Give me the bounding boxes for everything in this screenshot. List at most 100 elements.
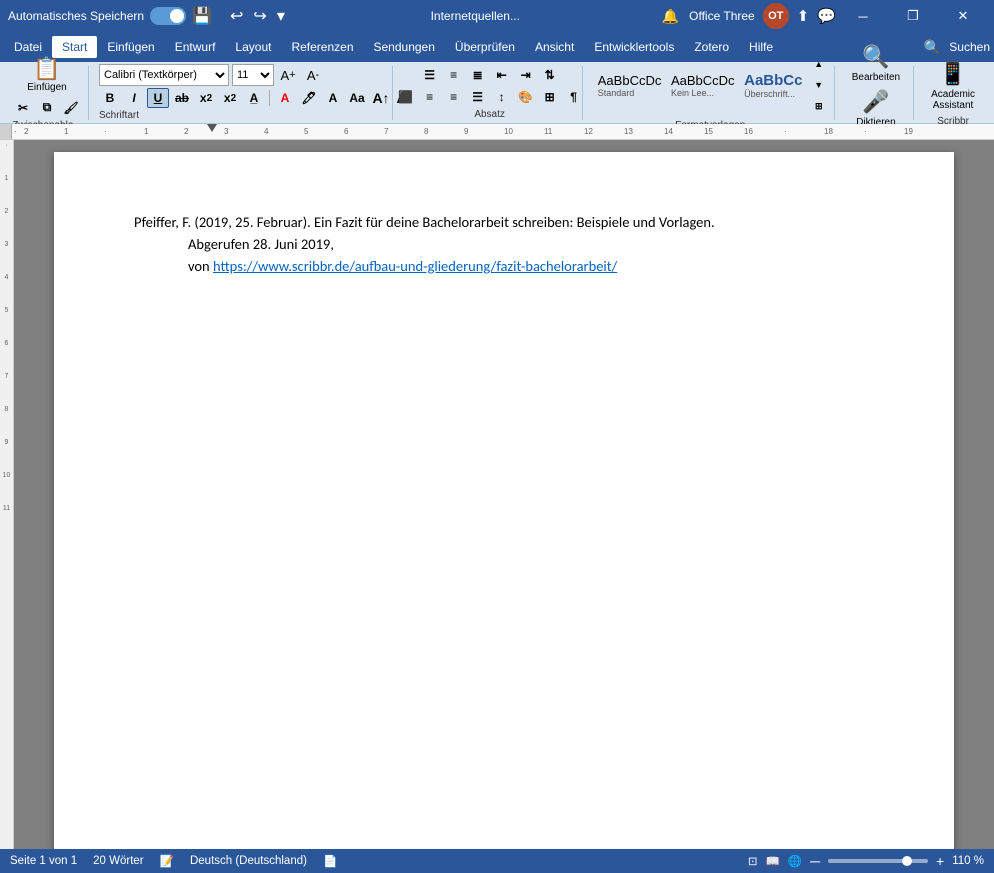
font-size-increase-icon[interactable]: A+ — [277, 65, 299, 85]
underline-button[interactable]: U — [147, 88, 169, 108]
align-right-button[interactable]: ≡ — [443, 87, 465, 107]
indent-decrease-button[interactable]: ⇤ — [491, 65, 513, 85]
spell-check-icon[interactable]: 📝 — [160, 854, 174, 868]
ruler-left-margin — [0, 124, 12, 139]
pilcrow-button[interactable]: ¶ — [563, 87, 585, 107]
style-kein-lee[interactable]: AaBbCcDc Kein Lee... — [664, 70, 733, 101]
clear-format-button[interactable]: A̲ — [243, 88, 265, 108]
font-size-decrease-icon[interactable]: A- — [302, 65, 324, 85]
font-name-select[interactable]: Calibri (Textkörper) — [99, 64, 229, 86]
word-count: 20 Wörter — [93, 855, 144, 867]
paste-button[interactable]: 📋 Einfügen — [20, 55, 73, 96]
vertical-ruler: · 1 2 3 4 5 6 7 8 9 10 11 — [0, 140, 14, 849]
styles-scroll-up[interactable]: ▲ — [808, 54, 830, 74]
justify-button[interactable]: ☰ — [467, 87, 489, 107]
shading-button[interactable]: 🎨 — [515, 87, 537, 107]
undo-icon[interactable]: ↩ — [226, 4, 247, 28]
vruler-mark-10: 9 — [0, 439, 13, 446]
toolbar: 📋 Einfügen ✂ ⧉ 🖌 Zwischenabla... Calibri… — [0, 62, 994, 124]
word-page[interactable]: Pfeiffer, F. (2019, 25. Februar). Ein Fa… — [54, 152, 954, 849]
user-avatar[interactable]: OT — [763, 3, 789, 29]
web-view-icon[interactable]: 🌐 — [788, 854, 802, 868]
menu-item-einfuegen[interactable]: Einfügen — [97, 36, 164, 58]
search-icon[interactable]: 🔍 — [916, 35, 949, 60]
toolbar-clipboard-group: 📋 Einfügen ✂ ⧉ 🖌 Zwischenabla... — [6, 66, 89, 120]
track-changes-icon[interactable]: 📄 — [323, 854, 337, 868]
status-bar: Seite 1 von 1 20 Wörter 📝 Deutsch (Deuts… — [0, 849, 994, 873]
customize-quick-access-icon[interactable]: ▾ — [273, 4, 289, 28]
strikethrough-button[interactable]: ab — [171, 88, 193, 108]
align-center-button[interactable]: ≡ — [419, 87, 441, 107]
italic-button[interactable]: I — [123, 88, 145, 108]
vruler-mark-3: 2 — [0, 208, 13, 215]
format-painter-icon[interactable]: 🖌 — [60, 98, 82, 118]
text-case-button[interactable]: Aa — [346, 88, 368, 108]
increase-font-size-icon[interactable]: A↑ — [370, 88, 392, 108]
sort-button[interactable]: ⇅ — [539, 65, 561, 85]
redo-icon[interactable]: ↪ — [249, 4, 270, 28]
vruler-mark-11: 10 — [0, 472, 13, 479]
auto-save-label: Automatisches Speichern — [8, 9, 144, 23]
style-ueberschrift-preview: AaBbCc — [744, 72, 802, 89]
zoom-slider[interactable] — [828, 859, 928, 863]
zoom-out-icon[interactable]: ─ — [810, 853, 820, 869]
list-number-button[interactable]: ≡ — [443, 65, 465, 85]
menu-item-entwurf[interactable]: Entwurf — [165, 36, 226, 58]
style-standard[interactable]: AaBbCcDc Standard — [591, 70, 660, 101]
zoom-in-icon[interactable]: + — [936, 853, 944, 869]
notifications-icon[interactable]: 🔔 — [662, 8, 679, 25]
page-container[interactable]: Pfeiffer, F. (2019, 25. Februar). Ein Fa… — [14, 140, 994, 849]
menu-item-sendungen[interactable]: Sendungen — [364, 36, 445, 58]
bearbeiten-button[interactable]: 🔍 Bearbeiten — [845, 41, 907, 86]
format-buttons-row: B I U ab x2 x2 A̲ A 🖊 A Aa A↑ A↓ — [99, 88, 416, 108]
list-multilevel-button[interactable]: ≣ — [467, 65, 489, 85]
styles-list: AaBbCcDc Standard AaBbCcDc Kein Lee... A… — [591, 54, 830, 116]
read-view-icon[interactable]: 📖 — [765, 854, 779, 868]
language-label[interactable]: Deutsch (Deutschland) — [190, 855, 307, 867]
font-label: Schriftart — [99, 110, 139, 121]
styles-scroll-down[interactable]: ▼ — [808, 75, 830, 95]
comment-icon[interactable]: 💬 — [817, 7, 836, 25]
undo-redo-group: ↩ ↪ ▾ — [226, 4, 289, 28]
share-icon[interactable]: ⬆ — [797, 7, 810, 25]
bold-button[interactable]: B — [99, 88, 121, 108]
align-left-button[interactable]: ⬛ — [395, 87, 417, 107]
menu-item-layout[interactable]: Layout — [225, 36, 281, 58]
copy-icon[interactable]: ⧉ — [36, 98, 58, 118]
auto-save-toggle[interactable] — [150, 7, 186, 25]
style-kein-lee-label: Kein Lee... — [671, 88, 714, 98]
save-icon[interactable]: 💾 — [186, 4, 218, 28]
diktieren-icon: 🎤 — [862, 89, 889, 115]
search-label[interactable]: Suchen — [949, 40, 990, 54]
scribbr-link[interactable]: https://www.scribbr.de/aufbau-und-gliede… — [213, 257, 617, 275]
cut-icon[interactable]: ✂ — [12, 98, 34, 118]
menu-item-referenzen[interactable]: Referenzen — [281, 36, 363, 58]
subscript-button[interactable]: x2 — [195, 88, 217, 108]
style-ueberschrift[interactable]: AaBbCc Überschrift... — [737, 69, 802, 102]
ruler-marks: · 2 1 · 1 2 3 4 5 6 7 8 9 10 11 12 13 14… — [12, 124, 994, 139]
borders-button[interactable]: ⊞ — [539, 87, 561, 107]
zoom-level[interactable]: 110 % — [952, 855, 984, 867]
line-spacing-button[interactable]: ↕ — [491, 87, 513, 107]
font-shading-button[interactable]: A — [322, 88, 344, 108]
styles-expand[interactable]: ⊞ — [808, 96, 830, 116]
layout-view-icon[interactable]: ⊡ — [748, 854, 758, 868]
close-button[interactable]: ✕ — [940, 0, 986, 32]
indent-increase-button[interactable]: ⇥ — [515, 65, 537, 85]
vruler-mark-12: 11 — [0, 505, 13, 512]
font-color-button[interactable]: A — [274, 88, 296, 108]
document-title: Internetquellen... — [289, 9, 662, 23]
menu-item-ueberpruefen[interactable]: Überprüfen — [445, 36, 525, 58]
superscript-button[interactable]: x2 — [219, 88, 241, 108]
academic-assistant-button[interactable]: 📱 Academic Assistant — [924, 58, 982, 114]
minimize-button[interactable]: ─ — [840, 0, 886, 32]
restore-button[interactable]: ❐ — [890, 0, 936, 32]
doc-paragraph-3: von https://www.scribbr.de/aufbau-und-gl… — [134, 256, 874, 278]
font-size-select[interactable]: 11 — [232, 64, 274, 86]
toolbar-font-group: Calibri (Textkörper) 11 A+ A- B I U ab x… — [93, 66, 393, 120]
vruler-mark-8: 7 — [0, 373, 13, 380]
list-bullet-button[interactable]: ☰ — [419, 65, 441, 85]
menu-item-ansicht[interactable]: Ansicht — [525, 36, 584, 58]
highlight-button[interactable]: 🖊 — [298, 88, 320, 108]
bearbeiten-label: Bearbeiten — [852, 72, 900, 83]
